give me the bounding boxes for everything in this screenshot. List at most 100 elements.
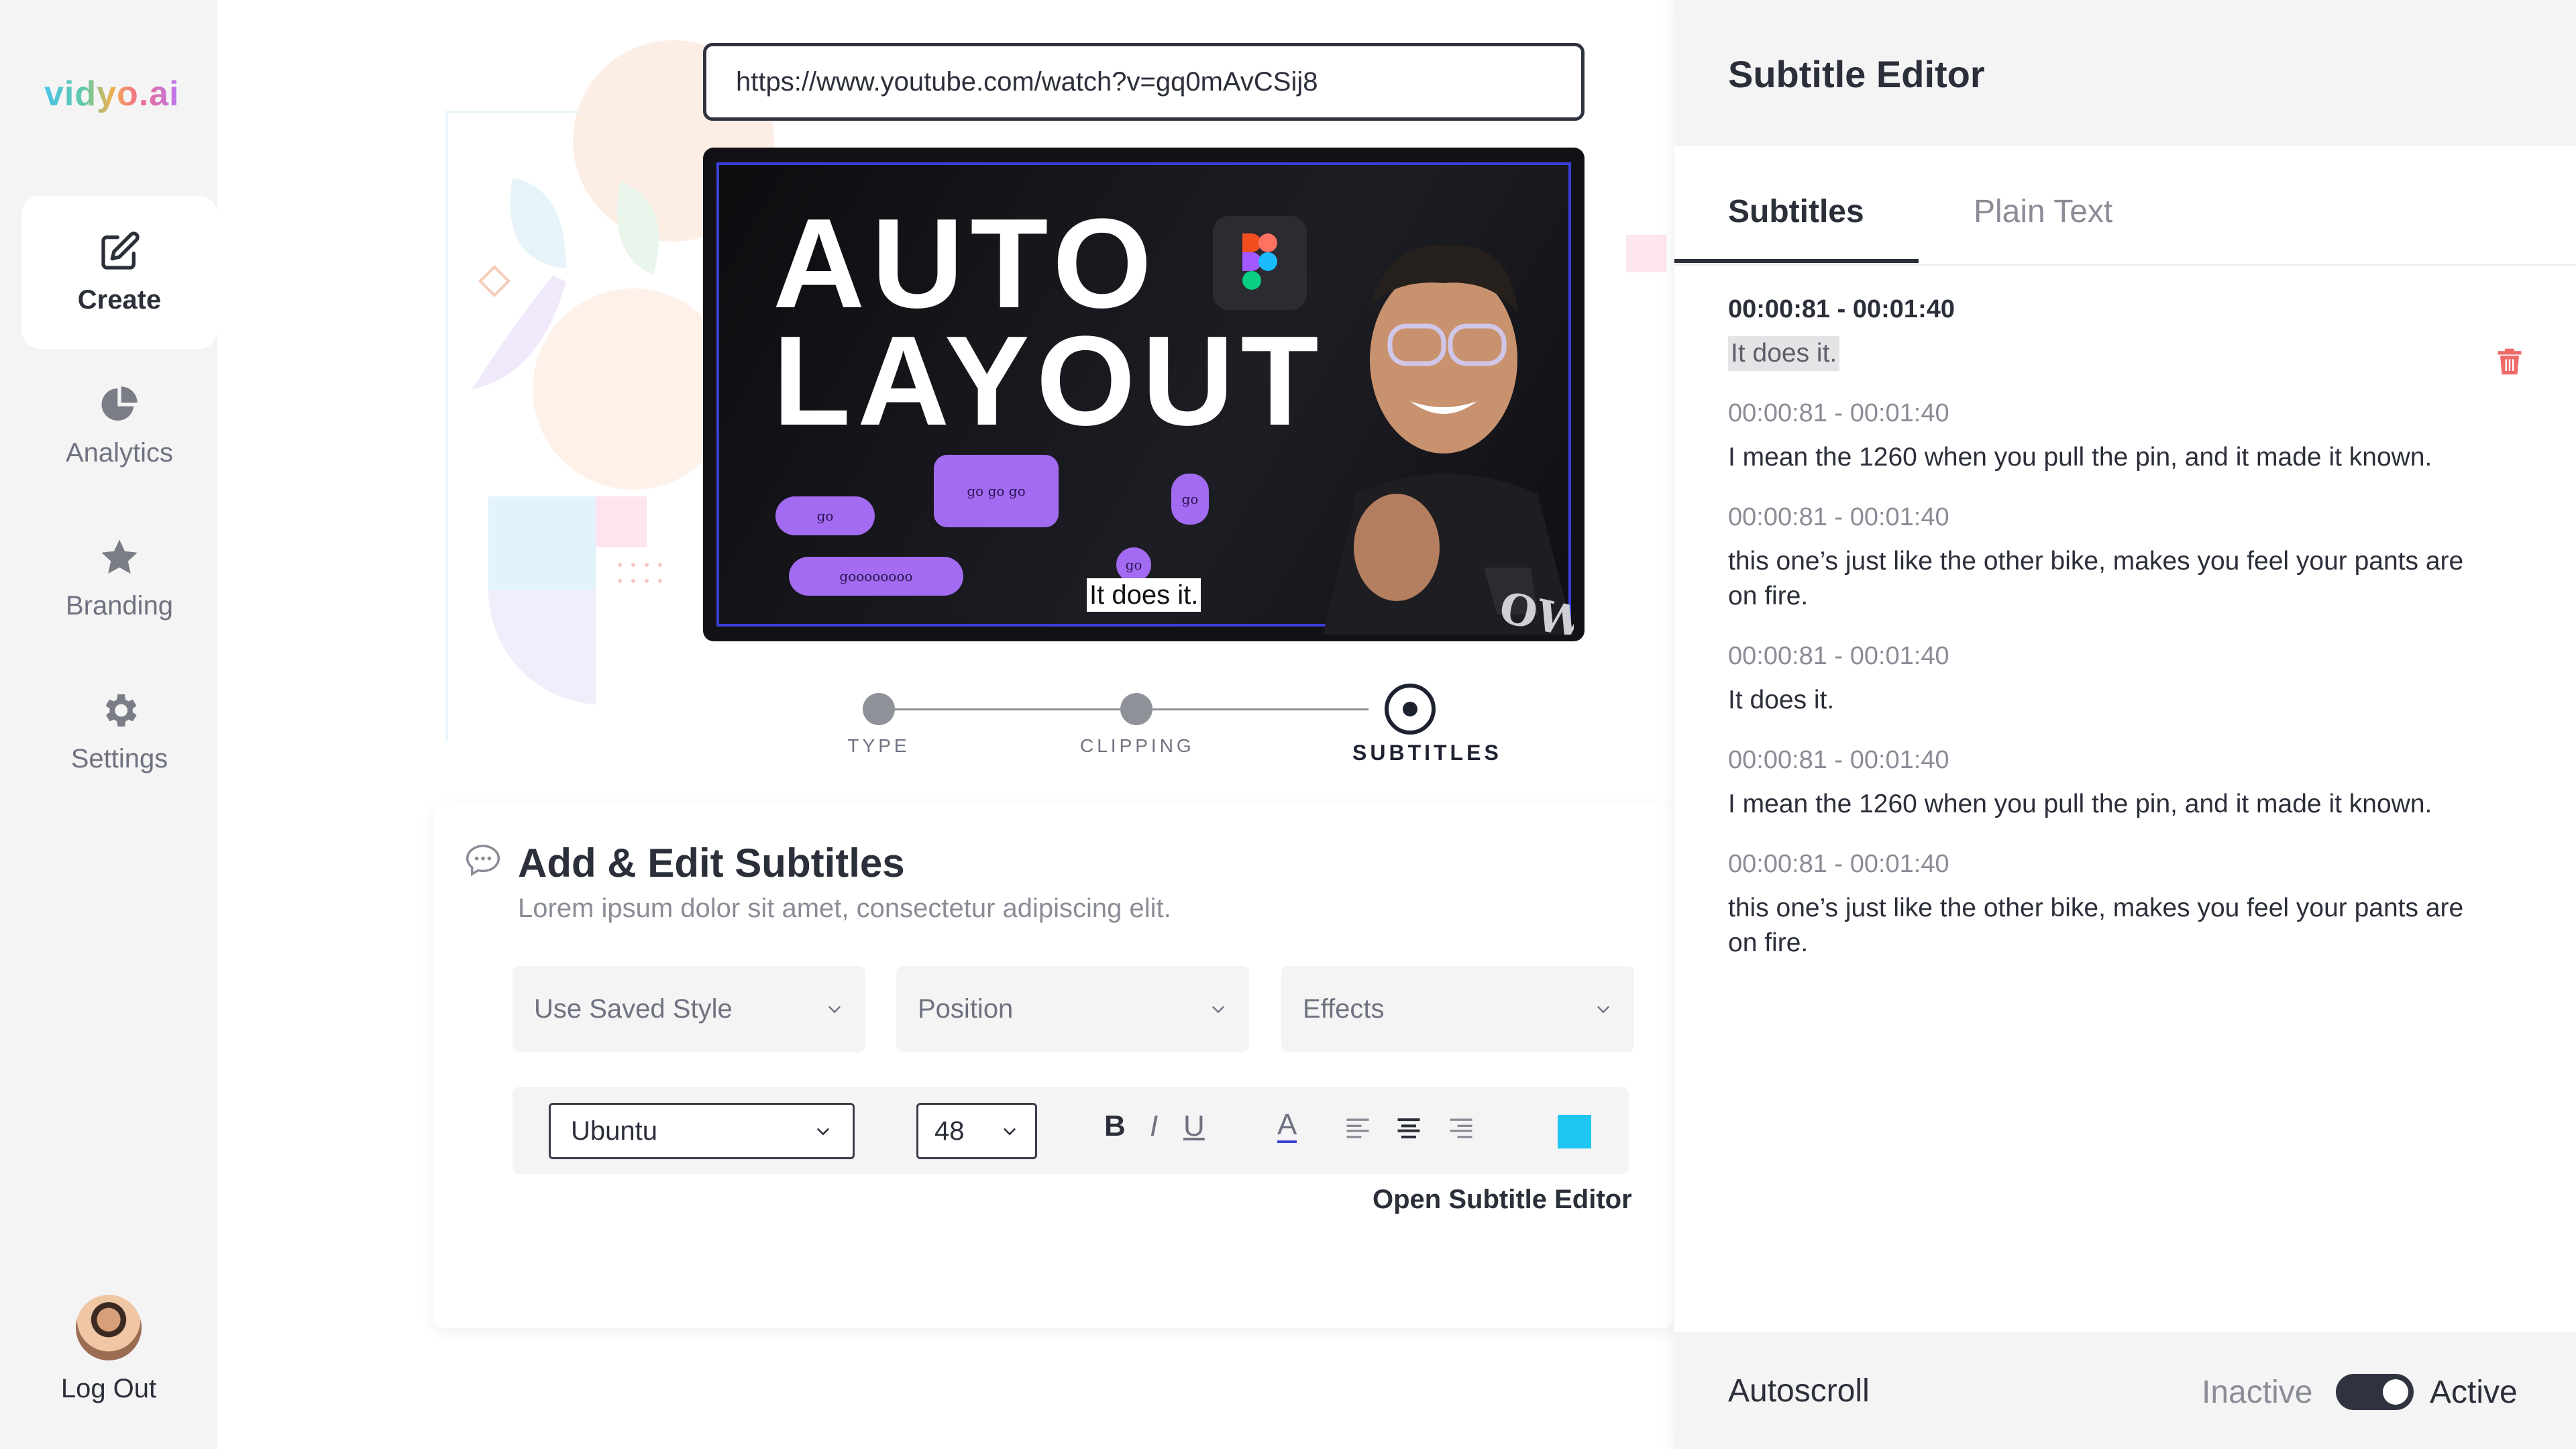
color-swatch[interactable]	[1558, 1115, 1591, 1148]
underline-button[interactable]: U	[1183, 1110, 1205, 1143]
chevron-down-icon	[1212, 1006, 1224, 1014]
autoscroll-label: Autoscroll	[1728, 1373, 1870, 1409]
logo-text: vidyo.ai	[44, 74, 180, 113]
subtitle-entry[interactable]: 00:00:81 - 00:01:40 It does it.	[1728, 295, 2466, 371]
vidyo-logo[interactable]: vidyo.ai	[44, 74, 180, 114]
saved-style-dropdown[interactable]: Use Saved Style	[513, 966, 865, 1052]
logout-label: Log Out	[60, 1374, 157, 1403]
step-clipping-dot[interactable]	[1120, 693, 1152, 725]
text-color-button[interactable]: A	[1277, 1110, 1297, 1143]
pie-chart-icon	[101, 386, 138, 421]
subtitle-entries-list: 00:00:81 - 00:01:40 It does it. 00:00:81…	[1728, 295, 2466, 989]
position-dropdown[interactable]: Position	[896, 966, 1249, 1052]
align-right-icon[interactable]	[1446, 1114, 1476, 1143]
active-tab-indicator	[1674, 259, 1919, 263]
tab-subtitles[interactable]: Subtitles	[1728, 193, 1864, 230]
subtitle-entry[interactable]: 00:00:81 - 00:01:40 It does it.	[1728, 642, 2466, 718]
font-family-select[interactable]: Ubuntu	[549, 1103, 855, 1159]
youtube-url-input[interactable]: https://www.youtube.com/watch?v=gq0mAvCS…	[703, 43, 1585, 121]
italic-button[interactable]: I	[1150, 1110, 1158, 1143]
step-label-subtitles: SUBTITLES	[1352, 741, 1502, 765]
subtitle-timestamp: 00:00:81 - 00:01:40	[1728, 295, 1955, 323]
sidebar-item-analytics[interactable]: Analytics	[21, 349, 217, 502]
align-center-icon[interactable]	[1394, 1114, 1424, 1143]
panel-footer: Autoscroll Inactive Active	[1674, 1332, 2576, 1449]
video-subtitle-overlay[interactable]: It does it.	[1087, 578, 1201, 612]
sidebar: vidyo.ai Create Analytics Branding Setti…	[0, 0, 217, 1449]
step-type-dot[interactable]	[863, 693, 895, 725]
open-subtitle-editor-link[interactable]: Open Subtitle Editor	[1373, 1185, 1632, 1215]
font-size-value: 48	[934, 1116, 965, 1146]
subtitle-text[interactable]: I mean the 1260 when you pull the pin, a…	[1728, 440, 2466, 475]
url-value: https://www.youtube.com/watch?v=gq0mAvCS…	[736, 66, 1318, 97]
video-preview[interactable]: AUTO LAYOUT go go go go go goooooooo go	[703, 148, 1585, 641]
star-icon	[101, 539, 138, 574]
toggle-active-label: Active	[2430, 1375, 2518, 1410]
tab-plain-text[interactable]: Plain Text	[1974, 193, 2112, 230]
dropdown-label: Use Saved Style	[534, 994, 733, 1024]
card-subtitle: Lorem ipsum dolor sit amet, consectetur …	[518, 894, 1171, 923]
bold-button[interactable]: B	[1104, 1110, 1126, 1143]
font-size-select[interactable]: 48	[916, 1103, 1037, 1159]
dropdown-label: Position	[918, 994, 1014, 1024]
logout-button[interactable]: Log Out	[43, 1295, 174, 1404]
subtitle-entry[interactable]: 00:00:81 - 00:01:40 this one’s just like…	[1728, 850, 2466, 961]
panel-header: Subtitle Editor	[1674, 0, 2576, 146]
sidebar-item-label: Analytics	[65, 437, 174, 468]
step-subtitles-dot[interactable]	[1385, 684, 1436, 735]
video-pill: go	[775, 496, 875, 535]
video-title-line2: LAYOUT	[773, 310, 1326, 452]
chevron-down-icon	[1003, 1128, 1016, 1136]
sidebar-item-label: Create	[77, 284, 162, 315]
toggle-knob	[2383, 1379, 2408, 1405]
subtitle-timestamp: 00:00:81 - 00:01:40	[1728, 642, 1949, 670]
subtitle-entry[interactable]: 00:00:81 - 00:01:40 I mean the 1260 when…	[1728, 746, 2466, 822]
subtitle-timestamp: 00:00:81 - 00:01:40	[1728, 399, 1949, 427]
autoscroll-toggle[interactable]	[2336, 1374, 2414, 1410]
edit-icon	[101, 231, 140, 270]
step-label-clipping: CLIPPING	[1080, 735, 1195, 756]
sidebar-item-settings[interactable]: Settings	[21, 655, 217, 808]
subtitle-timestamp: 00:00:81 - 00:01:40	[1728, 503, 1949, 531]
effects-dropdown[interactable]: Effects	[1281, 966, 1634, 1052]
video-pill: go go go	[934, 455, 1059, 527]
subtitle-timestamp: 00:00:81 - 00:01:40	[1728, 850, 1949, 878]
chevron-down-icon	[1597, 1006, 1609, 1014]
progress-stepper: TYPE CLIPPING SUBTITLES	[839, 671, 1509, 771]
add-edit-subtitles-card: Add & Edit Subtitles Lorem ipsum dolor s…	[433, 805, 1674, 1328]
figma-logo-icon	[1213, 216, 1307, 310]
sidebar-item-label: Branding	[65, 590, 174, 621]
presenter-image: OWD	[1323, 245, 1574, 635]
sidebar-item-create[interactable]: Create	[21, 196, 217, 349]
panel-title: Subtitle Editor	[1728, 53, 1985, 95]
delete-trash-icon[interactable]	[2496, 346, 2524, 377]
card-title: Add & Edit Subtitles	[518, 841, 905, 885]
video-frame: AUTO LAYOUT go go go go go goooooooo go	[716, 162, 1574, 635]
subtitle-text[interactable]: It does it.	[1728, 336, 1840, 371]
sidebar-item-label: Settings	[70, 743, 168, 773]
video-pill: goooooooo	[789, 557, 963, 596]
subtitle-entry[interactable]: 00:00:81 - 00:01:40 this one’s just like…	[1728, 503, 2466, 614]
subtitle-text[interactable]: this one’s just like the other bike, mak…	[1728, 544, 2466, 614]
sidebar-item-branding[interactable]: Branding	[21, 502, 217, 655]
video-pill: go	[1171, 474, 1209, 525]
subtitle-entry[interactable]: 00:00:81 - 00:01:40 I mean the 1260 when…	[1728, 399, 2466, 475]
subtitle-timestamp: 00:00:81 - 00:01:40	[1728, 746, 1949, 774]
subtitle-text[interactable]: I mean the 1260 when you pull the pin, a…	[1728, 787, 2466, 822]
step-label-type: TYPE	[847, 735, 910, 756]
gear-icon	[105, 694, 137, 727]
subtitle-text[interactable]: It does it.	[1728, 683, 2466, 718]
chevron-down-icon	[828, 1006, 841, 1014]
dropdown-label: Effects	[1303, 994, 1385, 1024]
chat-bubble-icon	[466, 845, 500, 877]
align-left-icon[interactable]	[1343, 1114, 1373, 1143]
font-family-value: Ubuntu	[571, 1116, 657, 1146]
avatar	[76, 1295, 142, 1360]
panel-tabs: Subtitles Plain Text	[1674, 146, 2576, 266]
subtitle-text[interactable]: this one’s just like the other bike, mak…	[1728, 891, 2466, 961]
video-pill: go	[1116, 547, 1151, 582]
toggle-inactive-label: Inactive	[2202, 1375, 2313, 1410]
text-format-toolbar: Ubuntu 48 B I U A	[513, 1087, 1629, 1174]
chevron-down-icon	[816, 1128, 830, 1136]
subtitle-editor-panel: Subtitle Editor Subtitles Plain Text 00:…	[1674, 0, 2576, 1449]
